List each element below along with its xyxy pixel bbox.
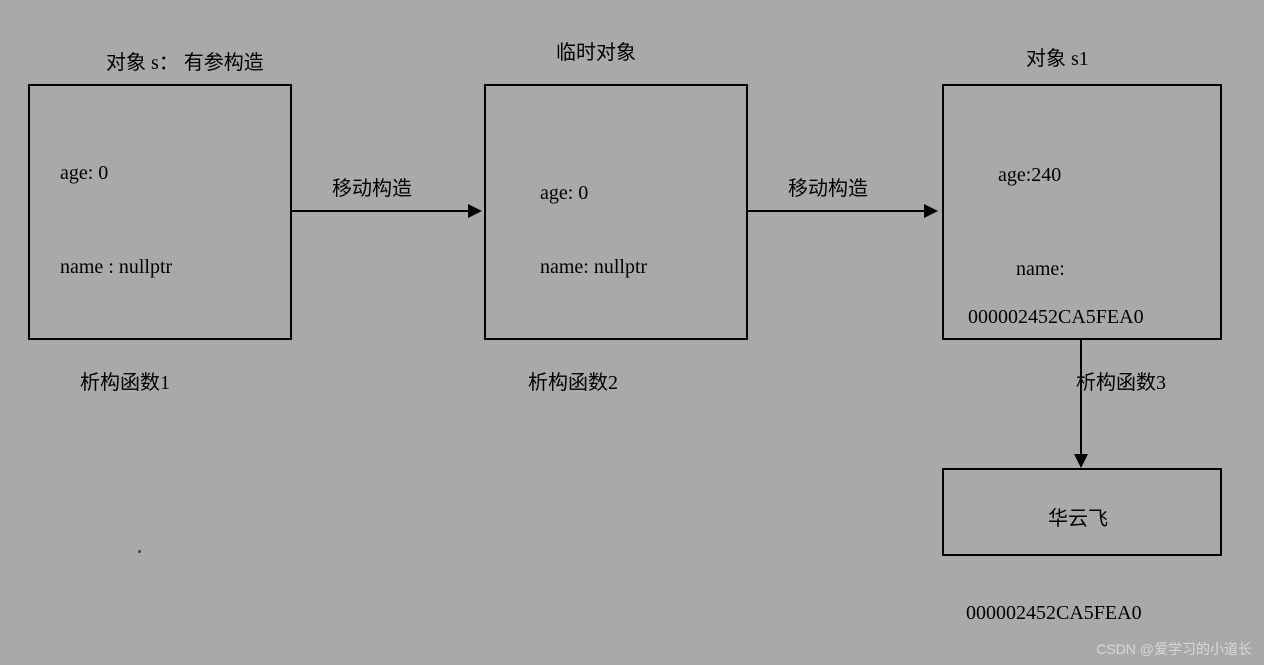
box1 bbox=[28, 84, 292, 340]
arrow3-line bbox=[1080, 340, 1082, 456]
arrow2-head bbox=[924, 204, 938, 218]
box3-addr: 000002452CA5FEA0 bbox=[968, 306, 1144, 329]
arrow2-line bbox=[748, 210, 926, 212]
box2-title: 临时对象 bbox=[556, 36, 636, 65]
box1-title: 对象 s： 有参构造 bbox=[106, 46, 264, 75]
decorative-dot bbox=[138, 550, 141, 553]
box1-age: age: 0 bbox=[60, 162, 108, 185]
box1-footer: 析构函数1 bbox=[80, 366, 170, 395]
arrow1-label: 移动构造 bbox=[332, 172, 412, 201]
box2-footer: 析构函数2 bbox=[528, 366, 618, 395]
box2 bbox=[484, 84, 748, 340]
box3-age: age:240 bbox=[998, 164, 1061, 187]
arrow3-head bbox=[1074, 454, 1088, 468]
arrow2-label: 移动构造 bbox=[788, 172, 868, 201]
arrow1-head bbox=[468, 204, 482, 218]
watermark: CSDN @爱学习的小道长 bbox=[1096, 639, 1252, 659]
arrow1-line bbox=[292, 210, 470, 212]
box3-name: name: bbox=[1016, 258, 1065, 281]
box3-title: 对象 s1 bbox=[1026, 42, 1089, 71]
box1-name: name : nullptr bbox=[60, 256, 172, 279]
box4-content: 华云飞 bbox=[1048, 502, 1108, 531]
box2-name: name: nullptr bbox=[540, 256, 647, 279]
box3 bbox=[942, 84, 1222, 340]
box2-age: age: 0 bbox=[540, 182, 588, 205]
box3-footer: 析构函数3 bbox=[1076, 366, 1166, 395]
box4-addr: 000002452CA5FEA0 bbox=[966, 602, 1142, 625]
